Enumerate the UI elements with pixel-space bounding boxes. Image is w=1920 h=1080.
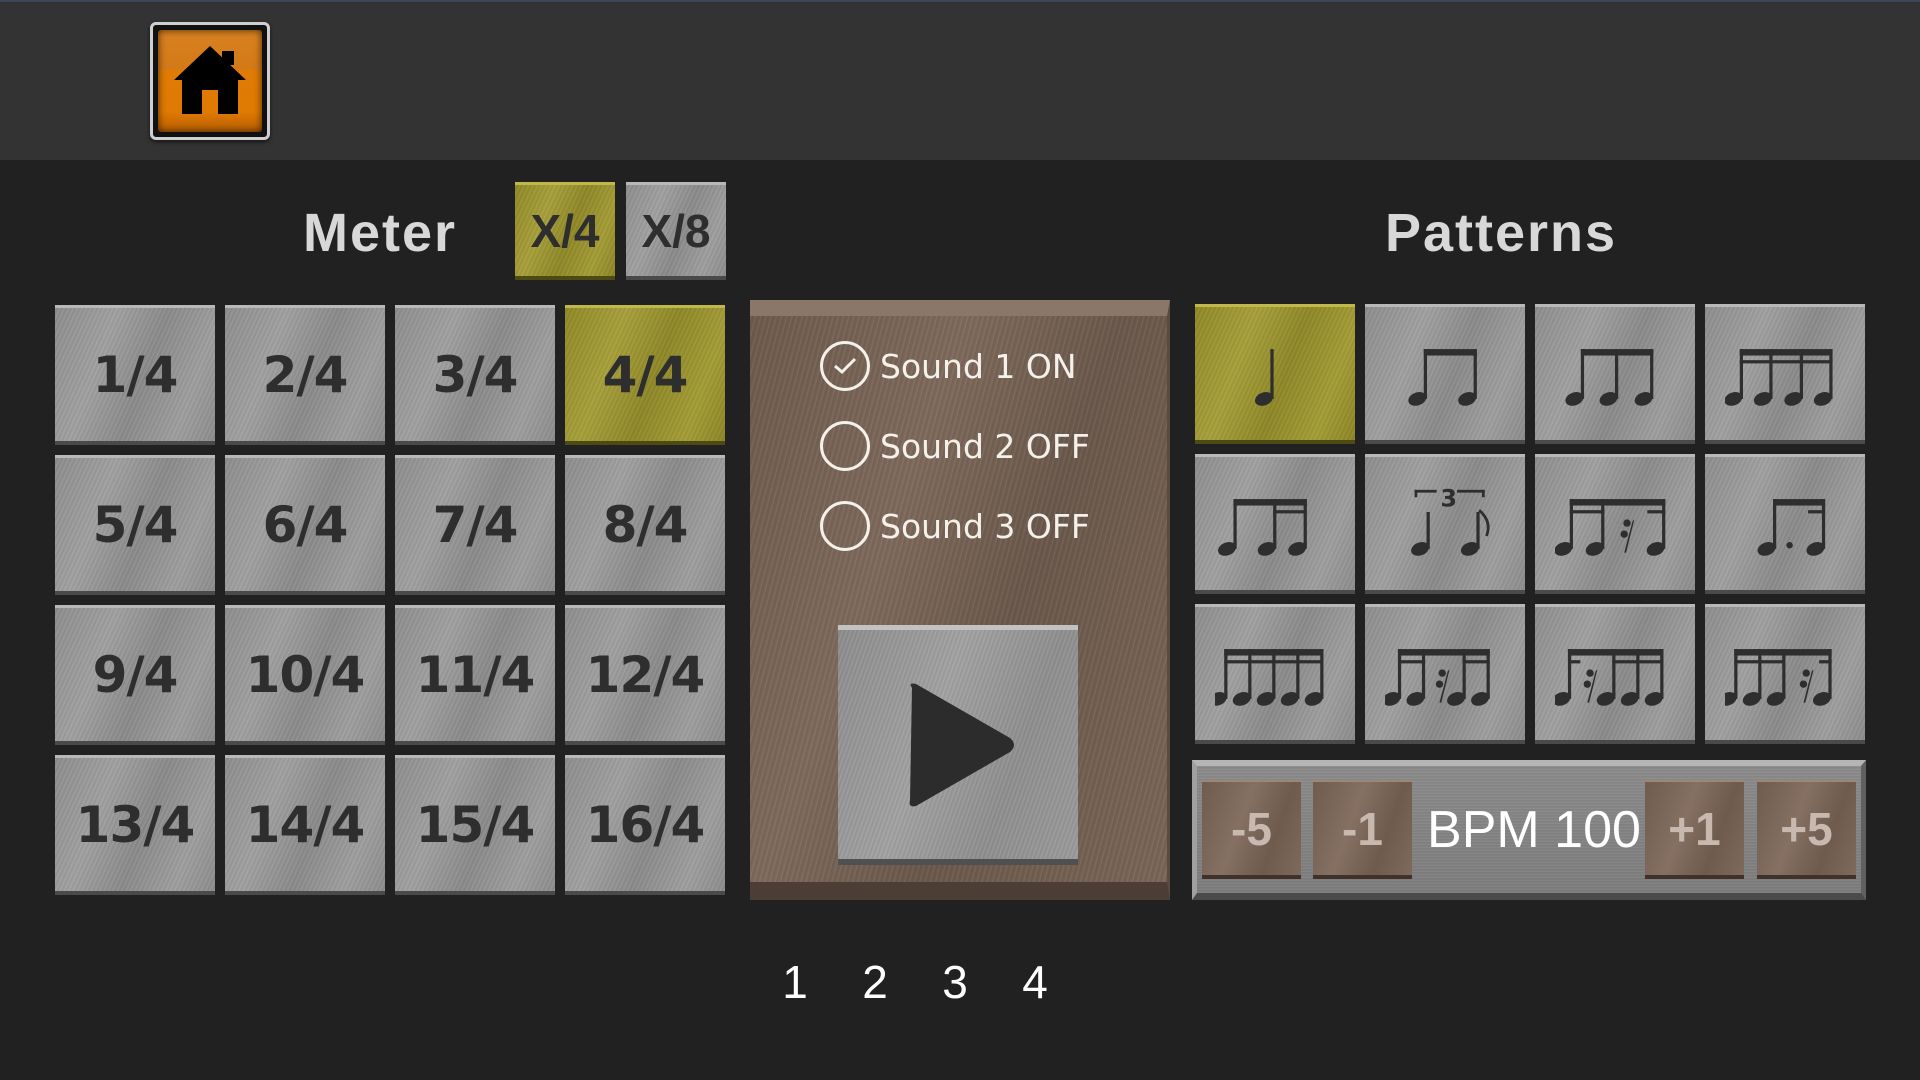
beat-2[interactable]: 2 (855, 955, 895, 1009)
pattern-quintuplet-rest-middle[interactable] (1365, 604, 1525, 744)
radio-checked[interactable] (820, 341, 870, 391)
bpm-plus-1-button[interactable]: +1 (1645, 780, 1744, 879)
pattern-quarter-eighth-triplet[interactable]: 3 (1365, 454, 1525, 594)
pattern-two-eighths[interactable] (1365, 304, 1525, 444)
meter-option-7-4[interactable]: 7/4 (395, 455, 555, 595)
pattern-eighth-two-sixteenths[interactable] (1195, 454, 1355, 594)
meter-option-12-4[interactable]: 12/4 (565, 605, 725, 745)
pattern-dotted-eighth-sixteenth[interactable] (1705, 454, 1865, 594)
meter-option-10-4[interactable]: 10/4 (225, 605, 385, 745)
bpm-display: BPM 100 (1427, 800, 1641, 859)
quarter-note-icon (1254, 348, 1274, 406)
bpm-minus-1-button[interactable]: -1 (1313, 780, 1412, 879)
five-sixteenths-quintuplet-icon (1215, 648, 1324, 706)
pattern-four-sixteenths[interactable] (1705, 304, 1865, 444)
four-sixteenths-icon (1725, 348, 1833, 406)
quintuplet-rest-fourth-icon (1725, 648, 1832, 706)
mode-x8-button[interactable]: X/8 (626, 182, 726, 280)
eighth-triplet-icon (1565, 348, 1654, 406)
beat-1[interactable]: 1 (775, 955, 815, 1009)
house-icon (174, 46, 246, 114)
play-button[interactable] (838, 625, 1078, 865)
sound-panel: Sound 1 ON Sound 2 OFF Sound 3 OFF (750, 300, 1170, 900)
quintuplet-rest-second-icon (1555, 648, 1664, 706)
meter-option-3-4[interactable]: 3/4 (395, 305, 555, 445)
meter-option-13-4[interactable]: 13/4 (55, 755, 215, 895)
meter-option-9-4[interactable]: 9/4 (55, 605, 215, 745)
sound-1-label: Sound 1 ON (880, 346, 1077, 386)
radio-unchecked[interactable] (820, 501, 870, 551)
bpm-plus-5-button[interactable]: +5 (1757, 780, 1856, 879)
meter-option-4-4[interactable]: 4/4 (565, 305, 725, 445)
meter-option-15-4[interactable]: 15/4 (395, 755, 555, 895)
beat-4[interactable]: 4 (1015, 955, 1055, 1009)
quarter-eighth-triplet-icon: 3 (1411, 484, 1490, 556)
pattern-two-sixteenths-rest-sixteenth[interactable] (1535, 454, 1695, 594)
pattern-quintuplet-rest-second[interactable] (1535, 604, 1695, 744)
home-button[interactable] (150, 22, 270, 140)
pattern-quarter-note[interactable] (1195, 304, 1355, 444)
pattern-eighth-triplet[interactable] (1535, 304, 1695, 444)
play-icon (909, 683, 1014, 806)
svg-text:3: 3 (1440, 484, 1457, 512)
radio-unchecked[interactable] (820, 421, 870, 471)
pattern-quintuplet-rest-fourth[interactable] (1705, 604, 1865, 744)
sound-3-label: Sound 3 OFF (880, 506, 1090, 546)
beat-3[interactable]: 3 (935, 955, 975, 1009)
meter-option-5-4[interactable]: 5/4 (55, 455, 215, 595)
meter-option-14-4[interactable]: 14/4 (225, 755, 385, 895)
pattern-five-sixteenths-quintuplet[interactable] (1195, 604, 1355, 744)
sound-2-toggle[interactable]: Sound 2 OFF (820, 421, 1090, 471)
two-eighths-icon (1408, 348, 1477, 406)
meter-option-1-4[interactable]: 1/4 (55, 305, 215, 445)
sound-2-label: Sound 2 OFF (880, 426, 1090, 466)
meter-title: Meter (303, 203, 458, 263)
eighth-two-sixteenths-icon (1218, 498, 1307, 556)
meter-option-16-4[interactable]: 16/4 (565, 755, 725, 895)
meter-option-2-4[interactable]: 2/4 (225, 305, 385, 445)
mode-x4-button[interactable]: X/4 (515, 182, 615, 280)
meter-option-8-4[interactable]: 8/4 (565, 455, 725, 595)
bpm-minus-5-button[interactable]: -5 (1202, 780, 1301, 879)
patterns-title: Patterns (1385, 203, 1618, 263)
dotted-eighth-sixteenth-icon (1757, 498, 1826, 556)
sound-3-toggle[interactable]: Sound 3 OFF (820, 501, 1090, 551)
two-sixteenths-rest-sixteenth-icon (1555, 498, 1666, 556)
check-icon (834, 357, 857, 375)
meter-option-6-4[interactable]: 6/4 (225, 455, 385, 595)
top-bar (0, 0, 1920, 160)
quintuplet-rest-middle-icon (1385, 648, 1490, 706)
sound-1-toggle[interactable]: Sound 1 ON (820, 341, 1077, 391)
bpm-control: -5 -1 BPM 100 +1 +5 (1192, 760, 1866, 900)
meter-option-11-4[interactable]: 11/4 (395, 605, 555, 745)
